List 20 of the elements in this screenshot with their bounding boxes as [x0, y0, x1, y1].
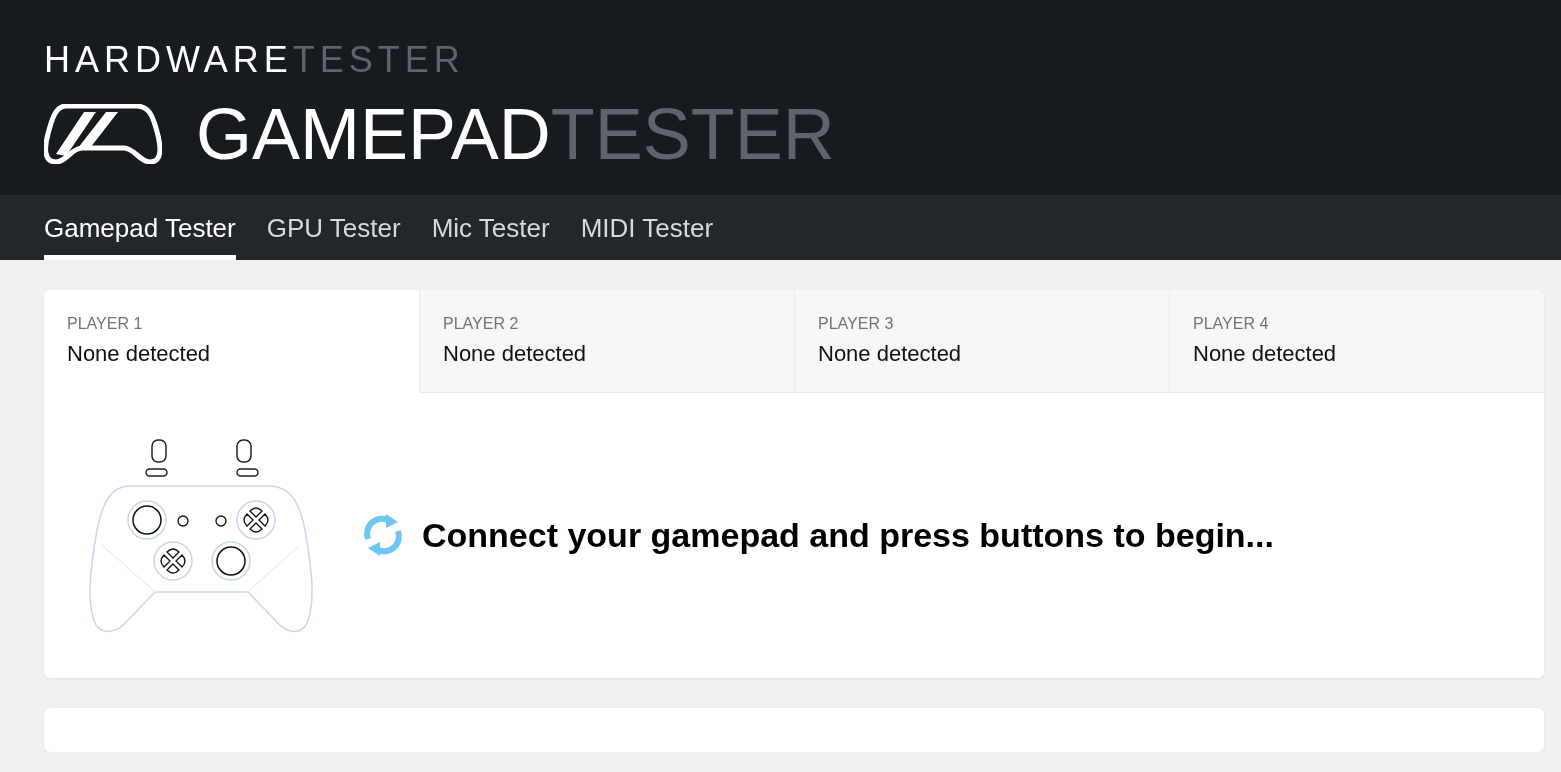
nav-tab[interactable]: GPU Tester — [266, 195, 401, 260]
player-label: PLAYER 1 — [67, 315, 144, 333]
gamepad-logo-icon — [44, 104, 162, 164]
player-status: None detected — [1193, 341, 1338, 367]
player-label: PLAYER 2 — [443, 315, 520, 333]
player-status: None detected — [67, 341, 212, 367]
player-tab[interactable]: PLAYER 2 None detected — [419, 290, 794, 393]
connect-message: Connect your gamepad and press buttons to begin... — [422, 515, 1274, 555]
player-status: None detected — [818, 341, 963, 367]
nav-tab[interactable]: MIDI Tester — [580, 195, 714, 260]
nav-tab[interactable]: Gamepad Tester — [44, 195, 236, 260]
player-tab[interactable]: PLAYER 4 None detected — [1169, 290, 1544, 393]
brand-overline: HARDWARETESTER — [44, 40, 465, 80]
nav-tab[interactable]: Mic Tester — [431, 195, 550, 260]
player-label: PLAYER 3 — [818, 315, 895, 333]
player-tab[interactable]: PLAYER 1 None detected — [44, 290, 419, 393]
player-label: PLAYER 4 — [1193, 315, 1270, 333]
player-tab[interactable]: PLAYER 3 None detected — [794, 290, 1169, 393]
brand-title: GAMEPADTESTER — [196, 94, 835, 174]
player-status: None detected — [443, 341, 588, 367]
